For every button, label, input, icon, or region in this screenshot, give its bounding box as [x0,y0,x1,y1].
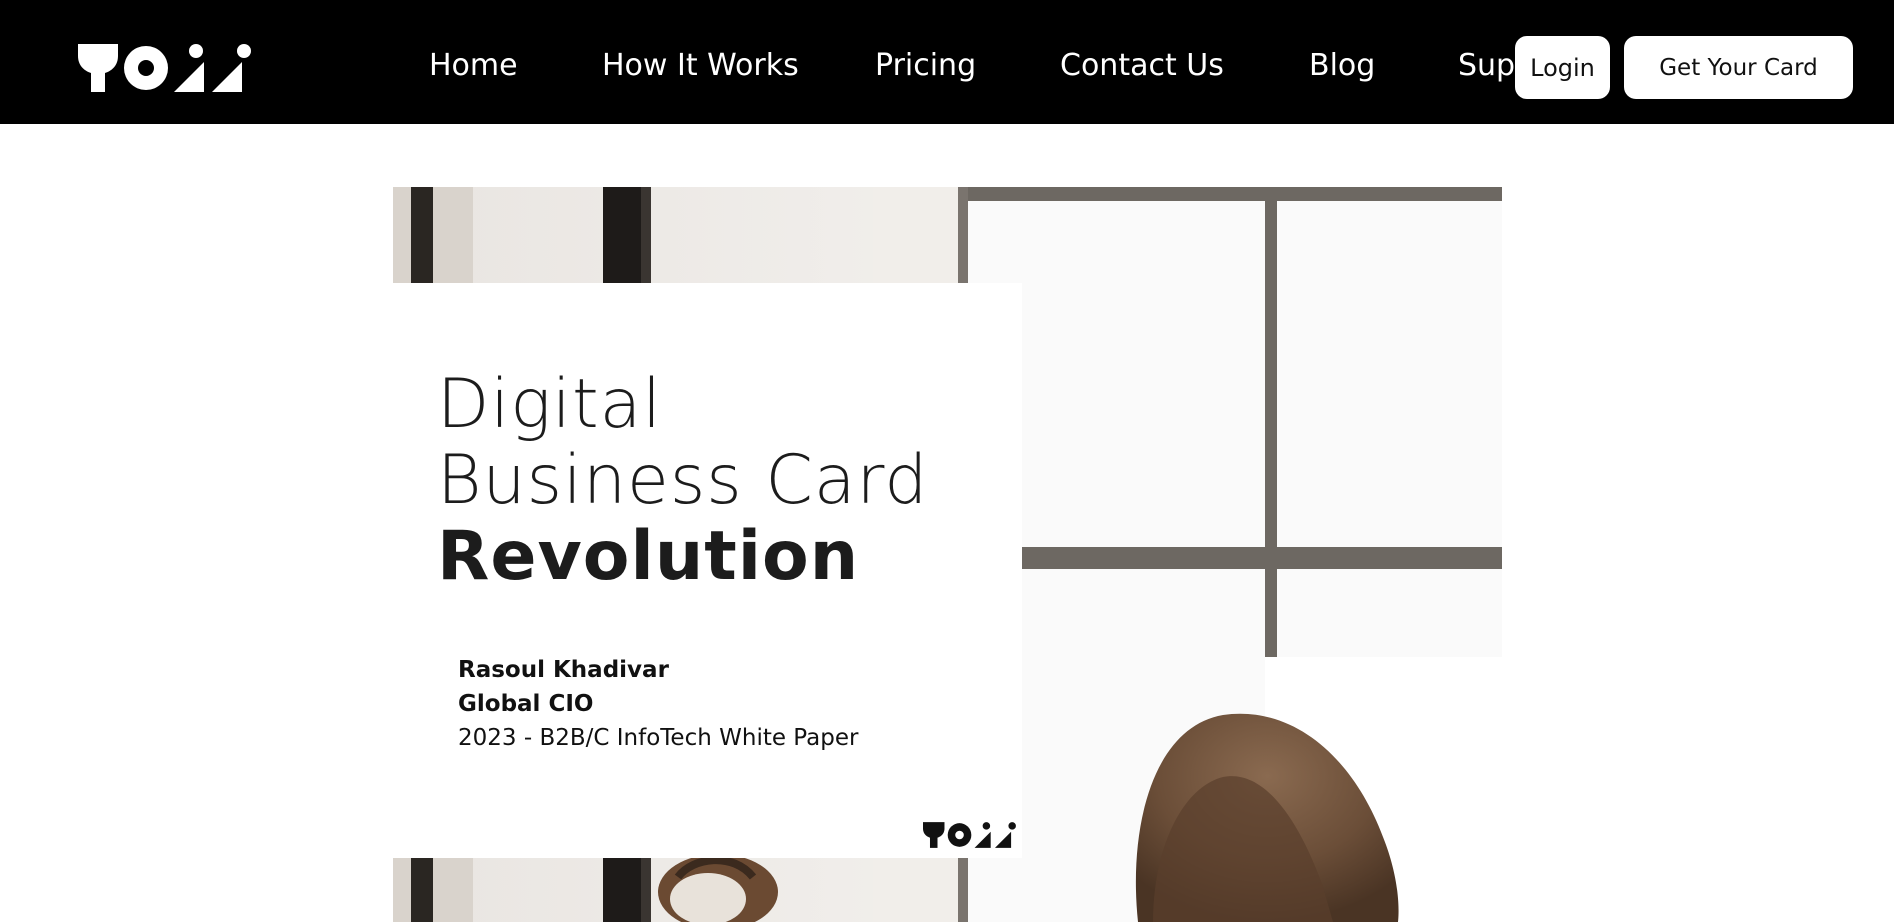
author-name: Rasoul Khadivar [458,657,669,683]
publication-info: 2023 - B2B/C InfoTech White Paper [458,725,859,751]
main-navigation: Home How It Works Pricing Contact Us Blo… [0,0,1515,124]
headline-line-3: Revolution [437,517,860,596]
nav-support[interactable]: Sup [1458,46,1515,86]
author-block: Rasoul Khadivar Global CIO 2023 - B2B/C … [458,653,858,755]
nav-blog[interactable]: Blog [1309,46,1375,86]
get-your-card-button[interactable]: Get Your Card [1624,36,1853,99]
hero-card: Digital Business Card Revolution Rasoul … [393,283,1022,858]
nav-pricing[interactable]: Pricing [875,46,976,86]
nav-home[interactable]: Home [429,46,518,86]
card-brand-logo [923,822,1016,848]
author-title: Global CIO [458,691,594,717]
hero-headline: Digital Business Card Revolution [437,367,1017,595]
login-button[interactable]: Login [1515,36,1610,99]
nav-how-it-works[interactable]: How It Works [602,46,799,86]
headline-line-1: Digital [437,365,663,444]
top-navigation-bar: Home How It Works Pricing Contact Us Blo… [0,0,1894,124]
headline-line-2: Business Card [437,441,929,520]
nav-contact-us[interactable]: Contact Us [1060,46,1224,86]
